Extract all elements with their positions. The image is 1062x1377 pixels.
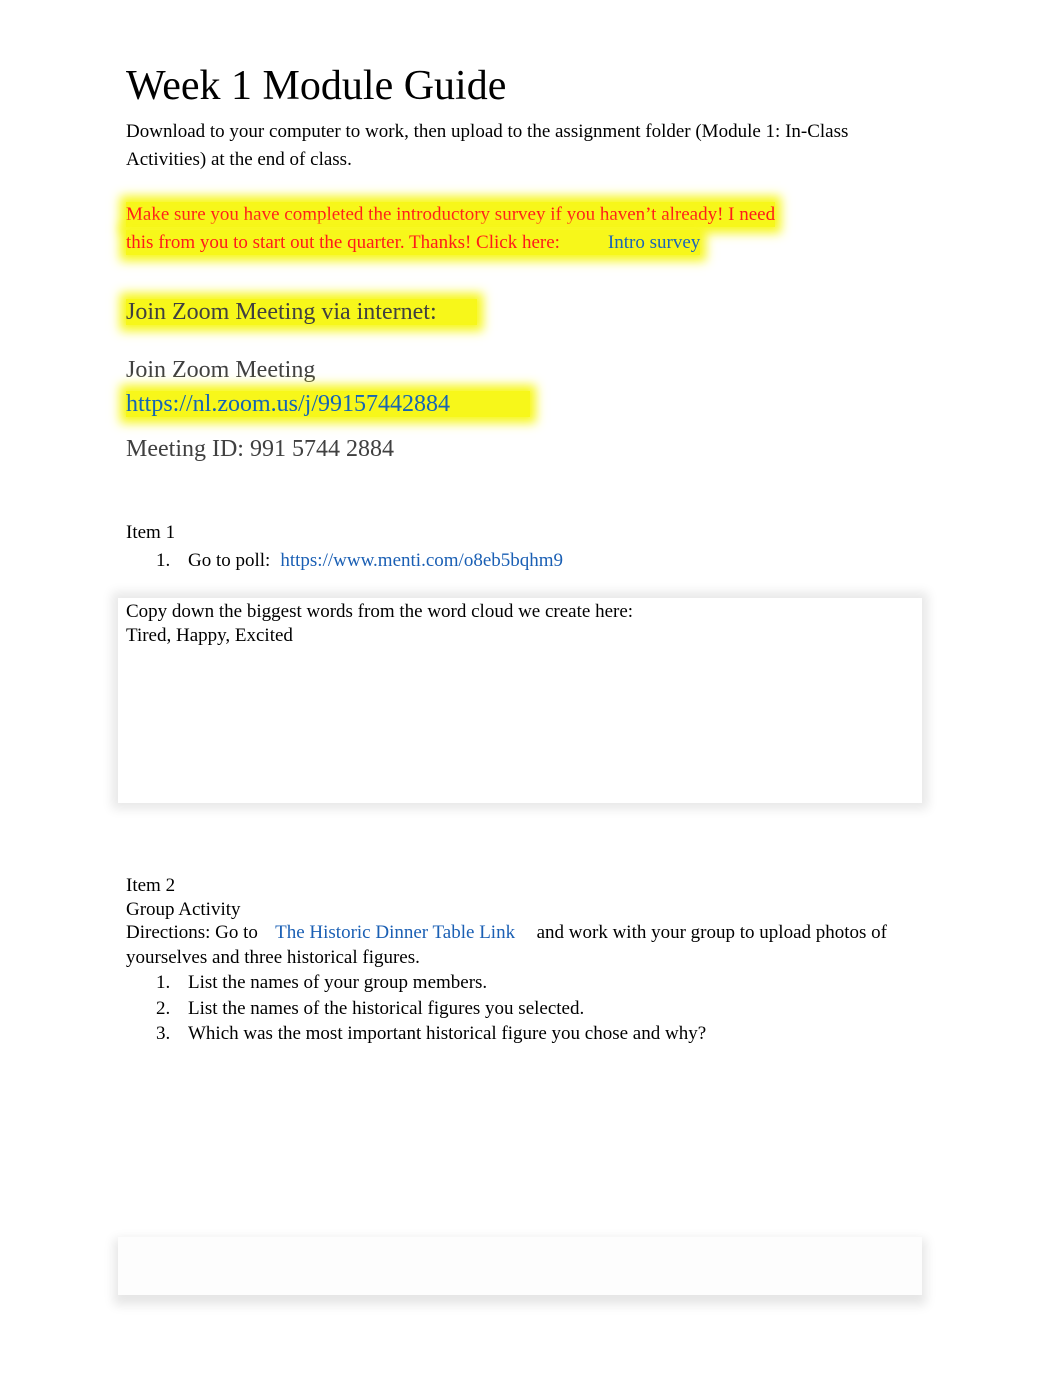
item2-step: 1. List the names of your group members. — [156, 970, 487, 995]
step-number: 2. — [156, 998, 171, 1019]
step-number: 3. — [156, 1023, 171, 1044]
notice-line-2-text: this from you to start out the quarter. … — [126, 232, 560, 253]
item1-step: 1. Go to poll: https://www.menti.com/o8e… — [156, 548, 563, 573]
step-text: List the names of the historical figures… — [188, 998, 585, 1019]
step-number: 1. — [156, 550, 171, 571]
item2-subheading: Group Activity — [126, 899, 241, 920]
zoom-url: https://nl.zoom.us/j/99157442884 — [126, 388, 531, 420]
page-title: Week 1 Module Guide — [126, 63, 507, 109]
answer-prompt: Copy down the biggest words from the wor… — [126, 601, 634, 622]
item1-heading: Item 1 — [126, 522, 176, 543]
directions-prefix: Directions: Go to — [126, 922, 258, 943]
group-activity-answer-box[interactable] — [118, 1237, 922, 1295]
intro-text: Download to your computer to work, then … — [126, 121, 849, 170]
zoom-heading: Join Zoom Meeting via internet: — [126, 296, 477, 328]
zoom-heading-text: Join Zoom Meeting via internet: — [126, 299, 477, 325]
answer-text[interactable]: Tired, Happy, Excited — [126, 624, 633, 648]
historic-dinner-table-link[interactable]: The Historic Dinner Table Link — [275, 922, 515, 943]
meeting-id: Meeting ID: 991 5744 2884 — [126, 436, 394, 462]
intro-survey-link[interactable]: Intro survey — [608, 232, 700, 253]
word-cloud-answer-box[interactable]: Copy down the biggest words from the wor… — [118, 598, 922, 803]
step-text: Which was the most important historical … — [188, 1023, 707, 1044]
directions-line2: yourselves and three historical figures. — [126, 947, 420, 968]
item2-directions: Directions: Go to The Historic Dinner Ta… — [126, 920, 906, 970]
step-number: 1. — [156, 972, 171, 993]
zoom-meeting-link[interactable]: https://nl.zoom.us/j/99157442884 — [126, 391, 450, 417]
survey-notice: Make sure you have completed the introdu… — [126, 201, 916, 257]
item2-step: 3. Which was the most important historic… — [156, 1021, 706, 1046]
menti-poll-link[interactable]: https://www.menti.com/o8eb5bqhm9 — [280, 548, 563, 573]
item2-step: 2. List the names of the historical figu… — [156, 996, 584, 1021]
notice-line-1: Make sure you have completed the introdu… — [126, 202, 776, 227]
notice-line-2: this from you to start out the quarter. … — [126, 230, 701, 255]
step-text: Go to poll: — [188, 550, 271, 571]
zoom-label: Join Zoom Meeting — [126, 357, 316, 383]
step-text: List the names of your group members. — [188, 972, 488, 993]
directions-suffix: and work with your group to upload photo… — [536, 922, 887, 943]
item2-heading: Item 2 — [126, 875, 176, 896]
